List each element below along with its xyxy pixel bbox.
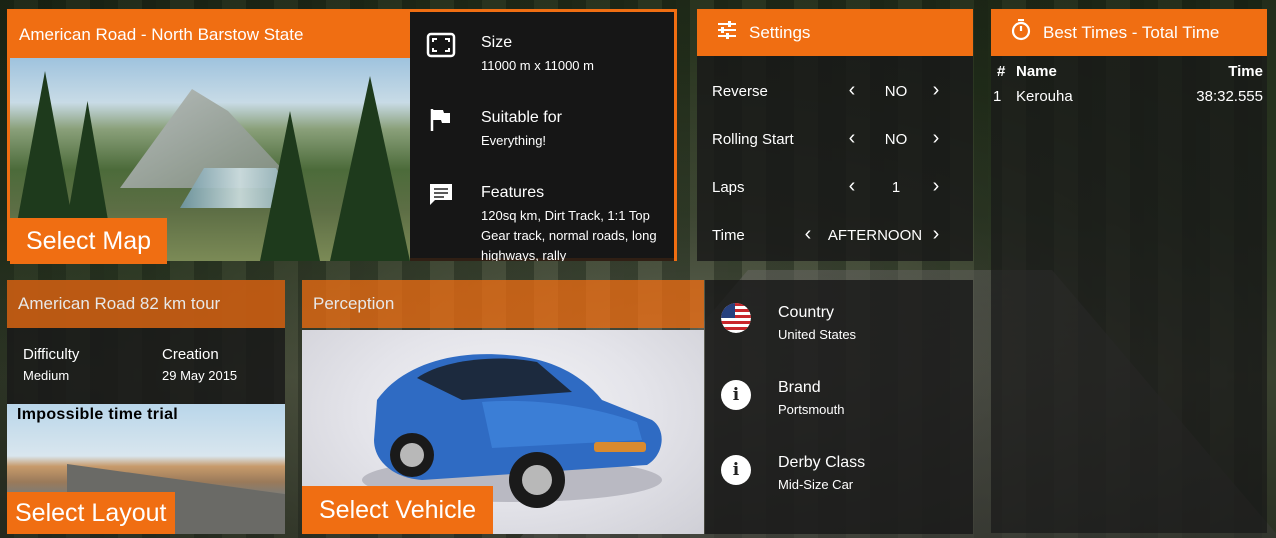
chevron-left-icon[interactable]: ‹ (844, 175, 860, 198)
chat-bubble-icon (426, 180, 456, 210)
vehicle-info-label: Derby Class (778, 454, 866, 471)
info-icon: i (721, 455, 751, 485)
best-times-panel: Best Times - Total Time # Name Time 1 Ke… (991, 9, 1267, 533)
setting-time: Time ‹ AFTERNOON › (697, 211, 973, 259)
map-info-value: 120sq km, Dirt Track, 1:1 Top Gear track… (481, 208, 657, 261)
best-times-title: Best Times - Total Time (1043, 22, 1220, 42)
us-flag-icon (721, 303, 751, 333)
chevron-right-icon[interactable]: › (928, 127, 944, 150)
setting-value: NO (884, 131, 908, 148)
creation-label: Creation (162, 346, 219, 363)
best-times-header: Best Times - Total Time (991, 9, 1267, 56)
chevron-right-icon[interactable]: › (928, 175, 944, 198)
settings-title: Settings (749, 22, 811, 42)
setting-reverse: Reverse ‹ NO › (697, 67, 973, 115)
table-header-row: # Name Time (991, 63, 1267, 88)
setting-label: Rolling Start (712, 131, 794, 148)
name-cell: Kerouha (1016, 88, 1073, 105)
vehicle-info-label: Brand (778, 379, 821, 396)
map-title: American Road - North Barstow State (10, 12, 410, 58)
column-header-name: Name (1016, 63, 1057, 80)
column-header-rank: # (997, 63, 1006, 80)
vehicle-info-value: Portsmouth (778, 402, 845, 417)
info-icon: i (721, 380, 751, 410)
layout-creation: Creation 29 May 2015 (162, 346, 237, 383)
chevron-right-icon[interactable]: › (928, 79, 944, 102)
column-header-time: Time (1228, 63, 1263, 80)
layout-panel[interactable]: American Road 82 km tour Difficulty Medi… (7, 280, 285, 534)
vehicle-title: Perception (302, 280, 704, 328)
setting-label: Reverse (712, 83, 768, 100)
settings-panel: Settings Reverse ‹ NO › Rolling Start ‹ … (697, 9, 973, 261)
vehicle-panel[interactable]: Perception Select Vehicle (302, 280, 704, 534)
best-times-table: # Name Time 1 Kerouha 38:32.555 (991, 63, 1267, 113)
vehicle-info-value: Mid-Size Car (778, 477, 854, 492)
setting-label: Laps (712, 179, 745, 196)
setting-laps: Laps ‹ 1 › (697, 163, 973, 211)
map-panel[interactable]: American Road - North Barstow State Sele… (7, 9, 677, 264)
creation-value: 29 May 2015 (162, 368, 238, 383)
flag-icon (426, 105, 456, 135)
select-layout-button[interactable]: Select Layout (7, 492, 175, 534)
layout-title: American Road 82 km tour (7, 280, 285, 328)
map-info-label: Features (481, 184, 545, 201)
fullscreen-frame-icon (426, 30, 456, 60)
difficulty-value: Medium (23, 368, 70, 383)
vehicle-info-label: Country (778, 304, 835, 321)
vehicle-info-value: United States (778, 327, 857, 342)
setting-value: AFTERNOON (827, 227, 923, 244)
difficulty-label: Difficulty (23, 346, 80, 363)
setting-value: 1 (891, 179, 901, 196)
layout-image-caption: Impossible time trial (17, 406, 179, 423)
chevron-left-icon[interactable]: ‹ (844, 127, 860, 150)
layout-difficulty: Difficulty Medium (23, 346, 79, 383)
vehicle-info-panel: Country United States i Brand Portsmouth… (705, 280, 973, 534)
select-map-button[interactable]: Select Map (10, 218, 168, 264)
stopwatch-icon (1011, 18, 1031, 46)
map-info-list: Size 11000 m x 11000 m Suitable for Ever… (410, 12, 674, 261)
setting-value: NO (884, 83, 908, 100)
map-info-value: 11000 m x 11000 m (481, 58, 594, 73)
setting-rolling-start: Rolling Start ‹ NO › (697, 115, 973, 163)
chevron-left-icon[interactable]: ‹ (800, 223, 816, 246)
chevron-left-icon[interactable]: ‹ (844, 79, 860, 102)
select-vehicle-button[interactable]: Select Vehicle (302, 486, 494, 534)
sliders-icon (717, 21, 737, 44)
map-info-value: Everything! (481, 133, 547, 148)
setting-label: Time (712, 227, 745, 244)
table-row: 1 Kerouha 38:32.555 (991, 88, 1267, 113)
rank-cell: 1 (993, 88, 1002, 105)
map-info-label: Size (481, 34, 513, 51)
map-info-label: Suitable for (481, 109, 562, 126)
time-cell: 38:32.555 (1196, 88, 1263, 105)
settings-header: Settings (697, 9, 973, 56)
chevron-right-icon[interactable]: › (928, 223, 944, 246)
